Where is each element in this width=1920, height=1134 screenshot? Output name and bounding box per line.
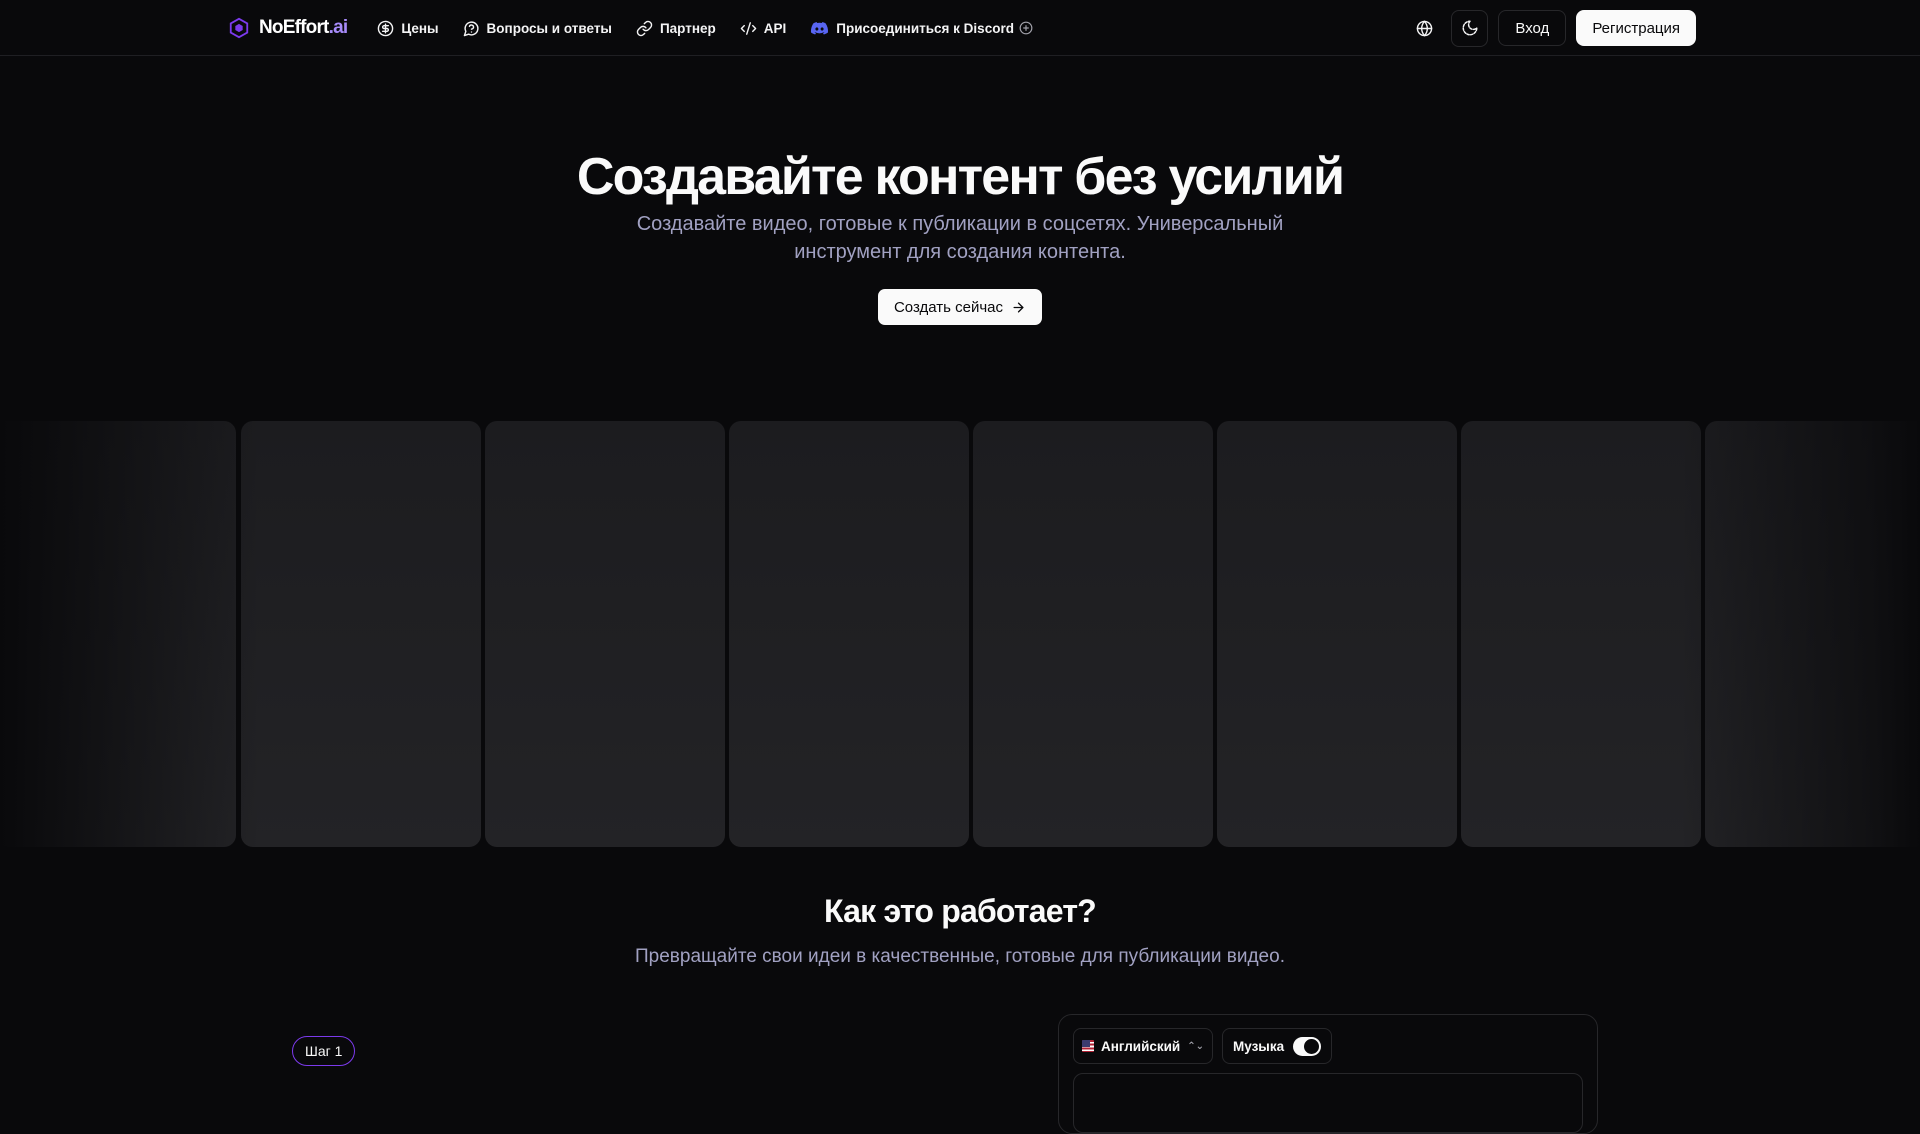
message-circle-question-icon bbox=[463, 20, 479, 36]
logo[interactable]: NoEffort.ai bbox=[228, 17, 348, 39]
theme-toggle-button[interactable] bbox=[1451, 9, 1489, 47]
us-flag-icon bbox=[1082, 1040, 1094, 1052]
prompt-area[interactable] bbox=[1073, 1073, 1583, 1133]
hero-title: Создавайте контент без усилий bbox=[576, 148, 1345, 206]
discord-icon bbox=[811, 21, 829, 35]
video-card[interactable] bbox=[485, 421, 725, 847]
video-card[interactable] bbox=[729, 421, 969, 847]
gallery-fade-right bbox=[1680, 400, 1920, 870]
gallery-fade-left bbox=[0, 400, 260, 870]
nav-item-discord[interactable]: Присоединиться к Discord bbox=[810, 19, 1033, 38]
hero-subtitle: Создавайте видео, готовые к публикации в… bbox=[636, 213, 1284, 263]
main-nav: Цены Вопросы и ответы Партнер API Присое… bbox=[377, 19, 1033, 38]
logo-text: NoEffort.ai bbox=[259, 17, 348, 38]
language-select-value: Английский bbox=[1101, 1038, 1181, 1054]
video-gallery bbox=[0, 421, 1920, 847]
language-button[interactable] bbox=[1407, 11, 1441, 45]
music-label: Музыка bbox=[1233, 1038, 1285, 1054]
plus-circle-icon bbox=[1019, 21, 1033, 35]
how-it-works-subtitle: Превращайте свои идеи в качественные, го… bbox=[635, 946, 1285, 967]
nav-item-api[interactable]: API bbox=[740, 20, 787, 37]
globe-icon bbox=[1416, 19, 1433, 37]
how-it-works-title: Как это работает? bbox=[824, 893, 1097, 929]
site-header: NoEffort.ai Цены Вопросы и ответы Партне… bbox=[0, 0, 1920, 56]
create-now-button[interactable]: Создать сейчас bbox=[878, 289, 1042, 325]
nav-item-label: Присоединиться к Discord bbox=[836, 20, 1014, 36]
login-button[interactable]: Вход bbox=[1498, 10, 1567, 46]
nav-item-label: Цены bbox=[401, 20, 439, 36]
nav-item-label: Партнер bbox=[659, 20, 716, 36]
dollar-circle-icon bbox=[378, 20, 394, 36]
video-card[interactable] bbox=[973, 421, 1213, 847]
music-toggle-group: Музыка bbox=[1222, 1028, 1332, 1064]
settings-panel: Английский ⌃⌄ Музыка bbox=[1058, 1014, 1598, 1134]
chevron-up-down-icon: ⌃⌄ bbox=[1187, 1040, 1204, 1052]
create-now-label: Создать сейчас bbox=[893, 298, 1004, 316]
code-icon bbox=[740, 21, 757, 35]
nav-item-pricing[interactable]: Цены bbox=[377, 20, 439, 37]
register-button[interactable]: Регистрация bbox=[1576, 10, 1696, 46]
hexagon-logo-icon bbox=[229, 17, 249, 39]
music-switch[interactable] bbox=[1293, 1036, 1321, 1056]
video-card[interactable] bbox=[1217, 421, 1457, 847]
video-card[interactable] bbox=[1461, 421, 1701, 847]
nav-item-partner[interactable]: Партнер bbox=[636, 20, 716, 37]
moon-icon bbox=[1462, 20, 1478, 36]
nav-item-label: Вопросы и ответы bbox=[486, 20, 612, 36]
language-select[interactable]: Английский ⌃⌄ bbox=[1073, 1028, 1213, 1064]
nav-item-faq[interactable]: Вопросы и ответы bbox=[463, 20, 612, 37]
nav-item-label: API bbox=[763, 20, 787, 36]
step-badge: Шаг 1 bbox=[292, 1036, 356, 1066]
arrow-right-icon bbox=[1013, 302, 1024, 312]
link-icon bbox=[636, 20, 653, 36]
video-card[interactable] bbox=[241, 421, 481, 847]
